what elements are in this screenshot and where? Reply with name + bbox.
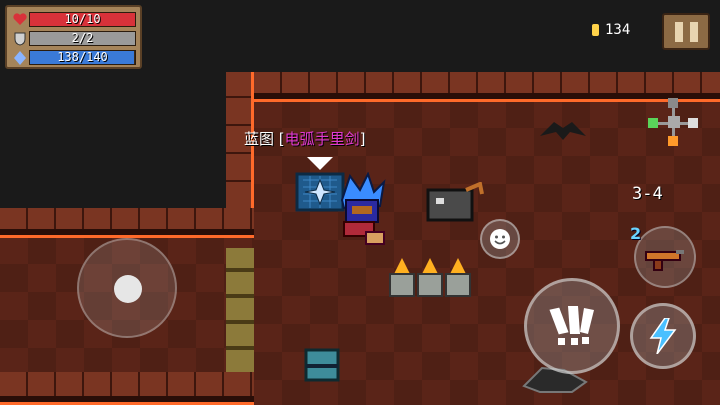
- item-name: 电弧手里剑: [284, 130, 360, 148]
- armor-value: 2/2: [71, 31, 94, 45]
- joystick-icon[interactable]: [114, 275, 142, 303]
- energy-crystal-icon: [11, 50, 29, 66]
- minimap-room: [668, 98, 678, 108]
- item-label: 蓝图 [电弧手里剑]: [244, 128, 366, 149]
- weapon-swap-button[interactable]: [634, 226, 696, 288]
- minimap-corridor: [672, 108, 675, 116]
- gun-icon: [645, 250, 684, 271]
- heart-icon: [11, 12, 29, 28]
- shield-icon: [11, 31, 29, 47]
- armor-bar: 2/2: [29, 31, 136, 46]
- minimap-corridor: [658, 122, 668, 125]
- joystick[interactable]: [77, 238, 177, 338]
- smiley-icon: [490, 229, 510, 249]
- enemy-bat: [540, 118, 586, 146]
- attack-icon: [549, 306, 594, 345]
- minimap-current-room: [648, 118, 658, 128]
- corridor-bottom-wall: [0, 372, 254, 405]
- item-label-suffix: ]: [359, 130, 366, 148]
- minimap-room: [668, 136, 678, 146]
- weapon-energy-cost: 2: [630, 224, 642, 243]
- selection-arrow-icon: [307, 156, 333, 175]
- brazier: [416, 258, 444, 302]
- minimap-room: [668, 116, 680, 128]
- energy-row: 138/140: [11, 48, 136, 67]
- skill-button[interactable]: [630, 303, 696, 369]
- armor-row: 2/2: [11, 29, 136, 48]
- attack-button[interactable]: [524, 278, 620, 374]
- lightning-icon: [649, 318, 677, 354]
- doorway-spikes: [226, 248, 254, 372]
- pause-button[interactable]: [662, 13, 710, 50]
- energy-value: 138/140: [57, 50, 108, 64]
- enemy-helmet: [422, 181, 486, 226]
- pause-icon: [674, 21, 683, 42]
- coin-counter: 134: [592, 22, 630, 38]
- minimap[interactable]: [640, 98, 702, 154]
- minimap-corridor: [680, 122, 688, 125]
- player-character: [336, 171, 388, 248]
- stats-panel: 10/10 2/2 138/140: [5, 5, 142, 69]
- level-indicator: 3-4: [632, 184, 663, 204]
- treasure-chest[interactable]: [304, 348, 340, 388]
- energy-bar: 138/140: [29, 50, 136, 65]
- minimap-room: [688, 118, 698, 128]
- minimap-corridor: [672, 128, 675, 136]
- brazier: [444, 258, 472, 302]
- brazier: [388, 258, 416, 302]
- item-label-prefix: 蓝图 [: [244, 130, 285, 148]
- health-row: 10/10: [11, 10, 136, 29]
- coin-icon: [592, 24, 599, 36]
- pause-icon: [689, 21, 698, 42]
- coin-count: 134: [605, 22, 631, 38]
- health-bar: 10/10: [29, 12, 136, 27]
- corridor-top-wall: [0, 208, 254, 238]
- emote-button[interactable]: [480, 219, 520, 259]
- health-value: 10/10: [64, 12, 101, 26]
